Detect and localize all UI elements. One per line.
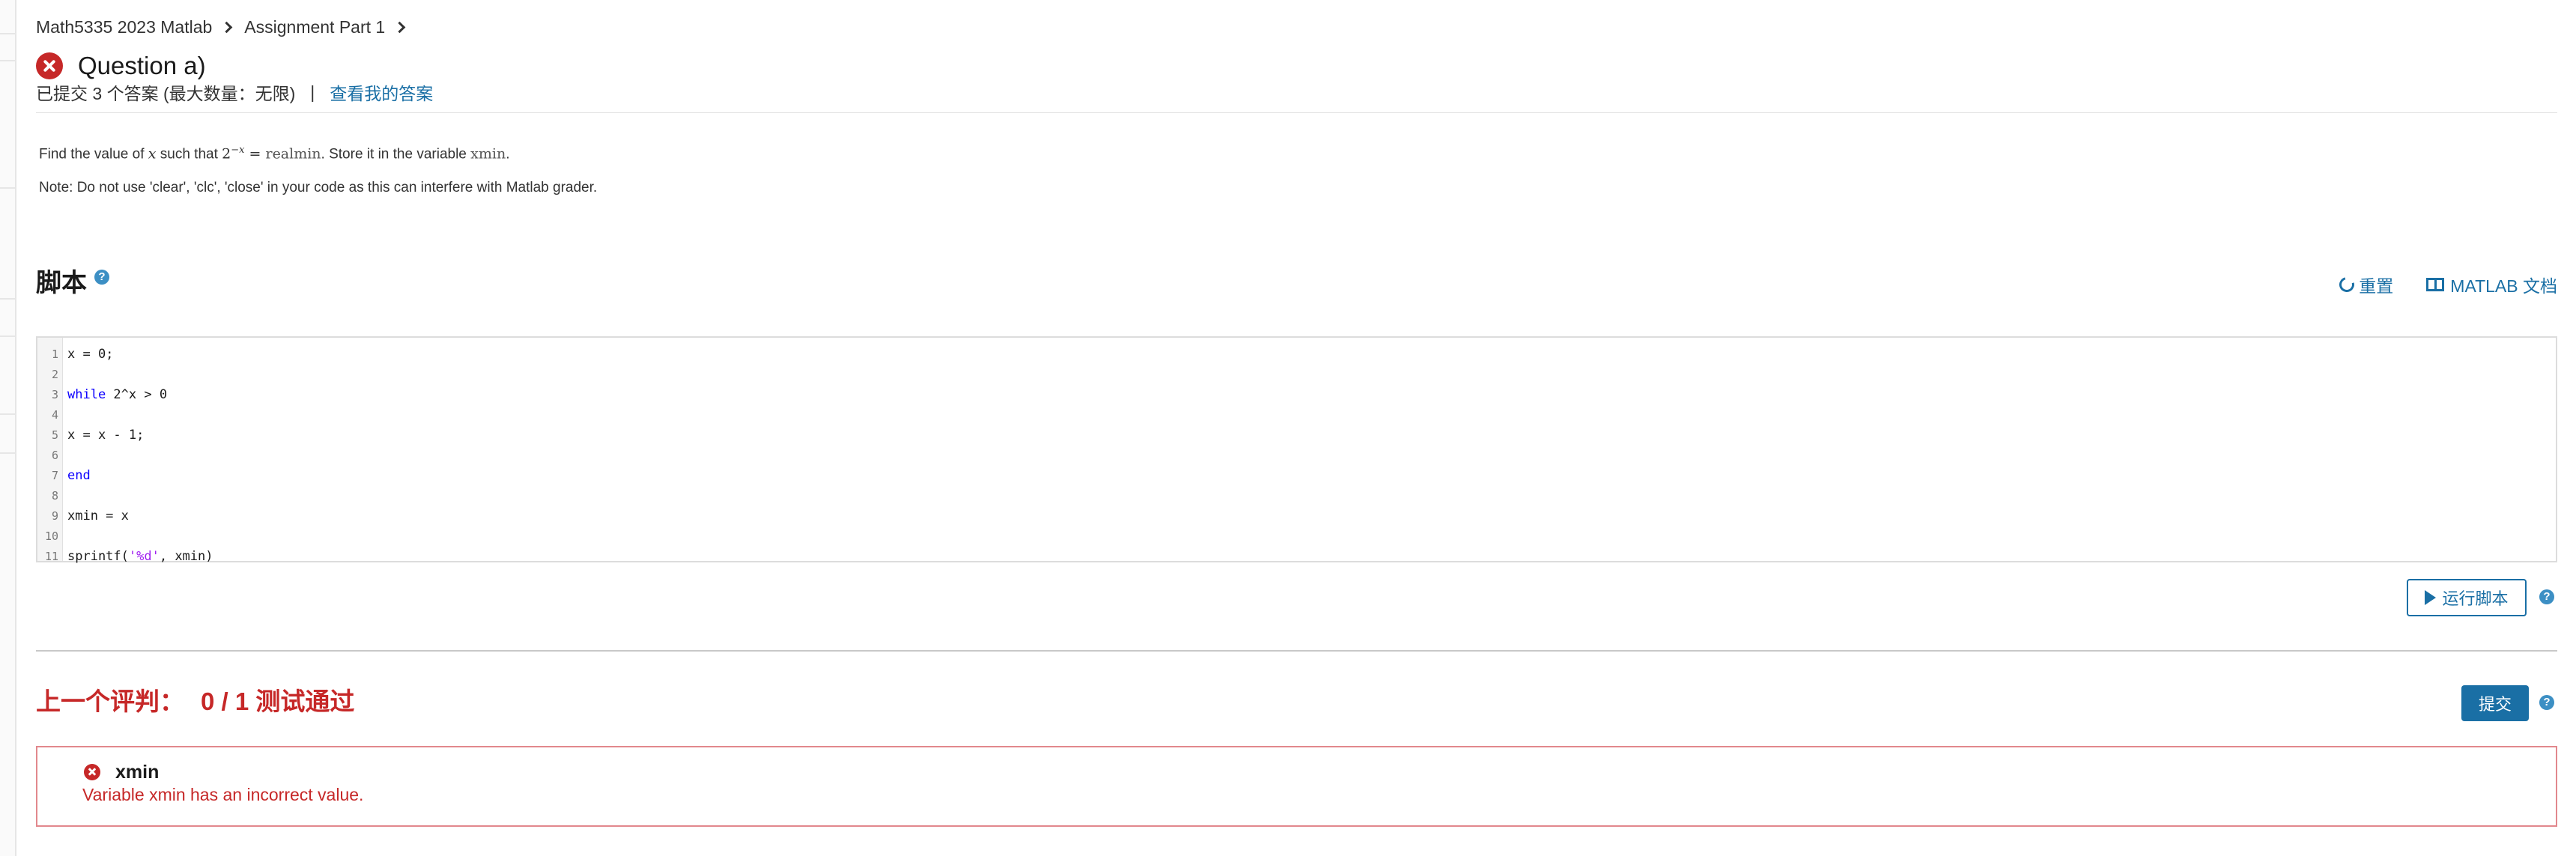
code-text: x = x - 1;: [67, 427, 145, 443]
problem-note: Note: Do not use 'clear', 'clc', 'close'…: [39, 180, 598, 195]
code-line[interactable]: 10: [37, 526, 2556, 546]
problem-statement: Find the value of x such that 2−x = real…: [39, 145, 509, 163]
code-text: xmin = x: [67, 508, 129, 523]
code-text: x = 0;: [67, 346, 114, 362]
reset-button[interactable]: 重置: [2336, 272, 2394, 297]
error-circle-icon: [36, 52, 63, 79]
code-text: end: [67, 468, 91, 483]
code-text: sprintf(: [67, 548, 129, 564]
test-result-panel: xmin Variable xmin has an incorrect valu…: [36, 746, 2557, 827]
line-number: 7: [51, 468, 58, 482]
line-number: 11: [44, 549, 58, 563]
chevron-right-icon: [221, 21, 233, 33]
script-toolbar: 重置 MATLAB 文档: [2306, 273, 2557, 297]
refresh-icon: [2336, 274, 2357, 295]
code-keyword: while: [67, 386, 106, 402]
code-line[interactable]: 4: [37, 404, 2556, 425]
math-equals: =: [244, 145, 266, 163]
help-icon[interactable]: ?: [2539, 695, 2554, 710]
script-header: 脚本 ?: [36, 264, 109, 297]
view-my-answers-link[interactable]: 查看我的答案: [330, 79, 433, 105]
line-number: 8: [51, 488, 58, 503]
code-text: 2^x > 0: [106, 386, 168, 402]
breadcrumb: Math5335 2023 Matlab Assignment Part 1: [36, 15, 417, 39]
line-number: 5: [51, 428, 58, 442]
breadcrumb-course[interactable]: Math5335 2023 Matlab: [36, 17, 212, 37]
problem-text: Find the value of: [39, 146, 148, 163]
line-number: 3: [51, 387, 58, 401]
breadcrumb-assignment[interactable]: Assignment Part 1: [244, 17, 385, 37]
math-realmin: realmin: [265, 145, 321, 163]
code-line[interactable]: 5 x = x - 1;: [37, 425, 2556, 445]
submission-count: 已提交 3 个答案 (最大数量：无限): [36, 84, 296, 103]
code-line[interactable]: 7 end: [37, 465, 2556, 485]
test-result-header[interactable]: xmin: [84, 761, 159, 783]
math-exponent: −x: [231, 145, 245, 156]
submission-info: 已提交 3 个答案 (最大数量：无限) | 查看我的答案: [36, 79, 433, 105]
previous-assessment: 上一个评判： 0 / 1 测试通过: [36, 683, 354, 716]
script-title: 脚本: [36, 268, 87, 297]
code-line[interactable]: 2: [37, 364, 2556, 384]
help-icon[interactable]: ?: [2539, 589, 2554, 604]
code-line[interactable]: 8: [37, 485, 2556, 506]
docs-label: MATLAB 文档: [2450, 276, 2557, 296]
math-xmin: xmin: [470, 145, 506, 163]
code-line[interactable]: 3 while 2^x > 0: [37, 384, 2556, 404]
code-line[interactable]: 1 x = 0;: [37, 344, 2556, 364]
submit-button[interactable]: 提交: [2461, 685, 2529, 721]
problem-text: .: [506, 146, 510, 163]
assessment-label: 上一个评判：: [36, 687, 184, 715]
code-text: sprintf('%d', xmin): [67, 549, 213, 564]
line-number: 4: [51, 407, 58, 422]
divider: [36, 650, 2557, 652]
separator: |: [310, 82, 315, 102]
play-icon: [2425, 590, 2437, 605]
line-number: 10: [44, 529, 58, 543]
code-line[interactable]: 6: [37, 445, 2556, 465]
test-name: xmin: [115, 761, 160, 783]
line-number: 2: [51, 367, 58, 381]
matlab-docs-link[interactable]: MATLAB 文档: [2426, 272, 2557, 297]
problem-text: . Store it in the variable: [321, 146, 471, 163]
code-line[interactable]: 11 sprintf('%d', xmin): [37, 546, 2556, 566]
divider: [36, 112, 2557, 113]
code-editor[interactable]: 1 x = 0; 2 3 while 2^x > 0 4 5 x = x - 1; 6…: [36, 336, 2557, 564]
test-error-message: Variable xmin has an incorrect value.: [82, 785, 364, 804]
help-icon[interactable]: ?: [94, 270, 109, 285]
reset-label: 重置: [2359, 276, 2394, 296]
code-text: while 2^x > 0: [67, 387, 167, 402]
code-line[interactable]: 9 xmin = x: [37, 506, 2556, 526]
math-base: 2: [222, 145, 231, 163]
line-number: 6: [51, 448, 58, 462]
run-script-button[interactable]: 运行脚本: [2407, 579, 2527, 616]
line-number: 9: [51, 509, 58, 523]
math-var-x: x: [148, 145, 157, 163]
error-circle-icon: [84, 764, 100, 780]
line-number: 1: [51, 347, 58, 361]
code-keyword: end: [67, 467, 91, 483]
question-title: Question a): [78, 52, 206, 79]
code-text: , xmin): [159, 548, 213, 564]
problem-text: such that: [156, 146, 222, 163]
left-rail: [0, 0, 16, 856]
code-string: '%d': [128, 548, 160, 564]
assessment-score: 0 / 1 测试通过: [201, 687, 355, 715]
chevron-right-icon: [393, 21, 406, 33]
question-header: Question a): [36, 49, 206, 82]
run-script-label: 运行脚本: [2442, 589, 2509, 608]
book-icon: [2426, 278, 2445, 291]
